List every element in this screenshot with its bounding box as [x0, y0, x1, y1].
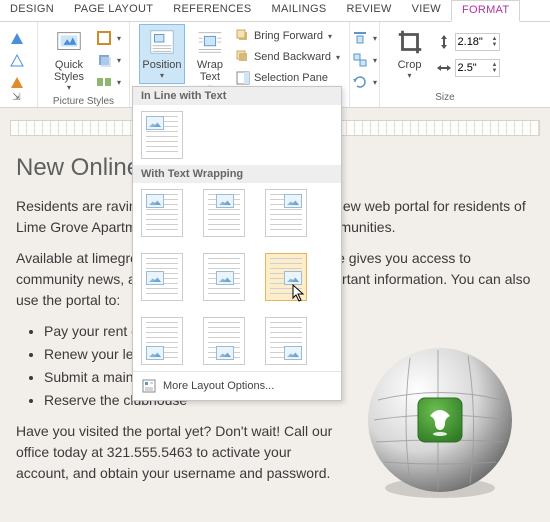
color-button[interactable] [7, 72, 27, 92]
tab-format[interactable]: FORMAT [451, 0, 520, 22]
tab-page-layout[interactable]: PAGE LAYOUT [64, 0, 163, 21]
chevron-down-icon: ▾ [408, 72, 412, 81]
position-dropdown: In Line with Text With Text Wrapping Mor… [132, 86, 342, 401]
position-middle-left[interactable] [141, 253, 183, 301]
height-field-row: ▲▼ [436, 32, 501, 52]
position-label: Position [142, 59, 181, 71]
height-input[interactable]: ▲▼ [455, 33, 501, 51]
group-picture-styles: Quick Styles ▾ ▾ ▾ ▾ Picture Styles [38, 22, 130, 107]
position-inline-option[interactable] [141, 111, 183, 159]
picture-border-button[interactable]: ▾ [96, 28, 121, 48]
inserted-image-keyboard-sphere[interactable] [360, 340, 520, 500]
send-backward-label: Send Backward [254, 51, 331, 63]
group-align-rotate: ▾ ▾ ▾ [350, 22, 380, 107]
position-button[interactable]: Position ▾ [139, 24, 185, 84]
group-size: Crop ▾ ▲▼ ▲▼ Size [380, 22, 510, 107]
position-top-right[interactable] [265, 189, 307, 237]
position-bottom-right[interactable] [265, 317, 307, 365]
cursor-icon [292, 284, 306, 302]
selection-pane-label: Selection Pane [254, 72, 328, 84]
bring-forward-button[interactable]: Bring Forward▾ [235, 26, 340, 46]
position-bottom-center[interactable] [203, 317, 245, 365]
layout-options-icon [141, 378, 157, 394]
tab-view[interactable]: VIEW [402, 0, 451, 21]
tab-references[interactable]: REFERENCES [163, 0, 261, 21]
quick-styles-label: Quick Styles [49, 59, 89, 83]
width-field-row: ▲▼ [436, 58, 501, 78]
bring-forward-label: Bring Forward [254, 30, 323, 42]
tab-review[interactable]: REVIEW [336, 0, 401, 21]
corrections-button[interactable] [7, 50, 27, 70]
tab-mailings[interactable]: MAILINGS [261, 0, 336, 21]
width-input[interactable]: ▲▼ [455, 59, 501, 77]
position-top-center[interactable] [203, 189, 245, 237]
paragraph-3: Have you visited the portal yet? Don't w… [16, 421, 346, 484]
crop-label: Crop [398, 59, 422, 71]
rotate-button[interactable]: ▾ [352, 72, 377, 92]
selection-pane-button[interactable]: Selection Pane [235, 68, 340, 88]
picture-layout-button[interactable]: ▾ [96, 72, 121, 92]
height-icon [436, 34, 452, 50]
send-backward-button[interactable]: Send Backward▾ [235, 47, 340, 67]
group-label-size: Size [435, 92, 454, 105]
ribbon-tabs: DESIGN PAGE LAYOUT REFERENCES MAILINGS R… [0, 0, 550, 22]
more-layout-options-label: More Layout Options... [163, 380, 274, 392]
dialog-launcher-icon[interactable]: ⇲ [12, 92, 20, 105]
chevron-down-icon: ▾ [160, 72, 164, 81]
dropdown-header-wrap: With Text Wrapping [133, 165, 341, 183]
dropdown-header-inline: In Line with Text [133, 87, 341, 105]
chevron-down-icon: ▾ [67, 84, 71, 93]
wrap-text-label: Wrap Text [190, 59, 230, 83]
remove-bg-button[interactable] [7, 28, 27, 48]
more-layout-options[interactable]: More Layout Options... [133, 371, 341, 400]
group-objects-button[interactable]: ▾ [352, 50, 377, 70]
tab-design[interactable]: DESIGN [0, 0, 64, 21]
position-top-left[interactable] [141, 189, 183, 237]
position-middle-center[interactable] [203, 253, 245, 301]
align-button[interactable]: ▾ [352, 28, 377, 48]
crop-button[interactable]: Crop ▾ [390, 24, 430, 84]
group-triangle: ⇲ [0, 22, 38, 107]
width-icon [436, 60, 452, 76]
position-middle-right[interactable] [265, 253, 307, 301]
quick-styles-button[interactable]: Quick Styles ▾ [46, 24, 92, 96]
picture-effects-button[interactable]: ▾ [96, 50, 121, 70]
position-bottom-left[interactable] [141, 317, 183, 365]
